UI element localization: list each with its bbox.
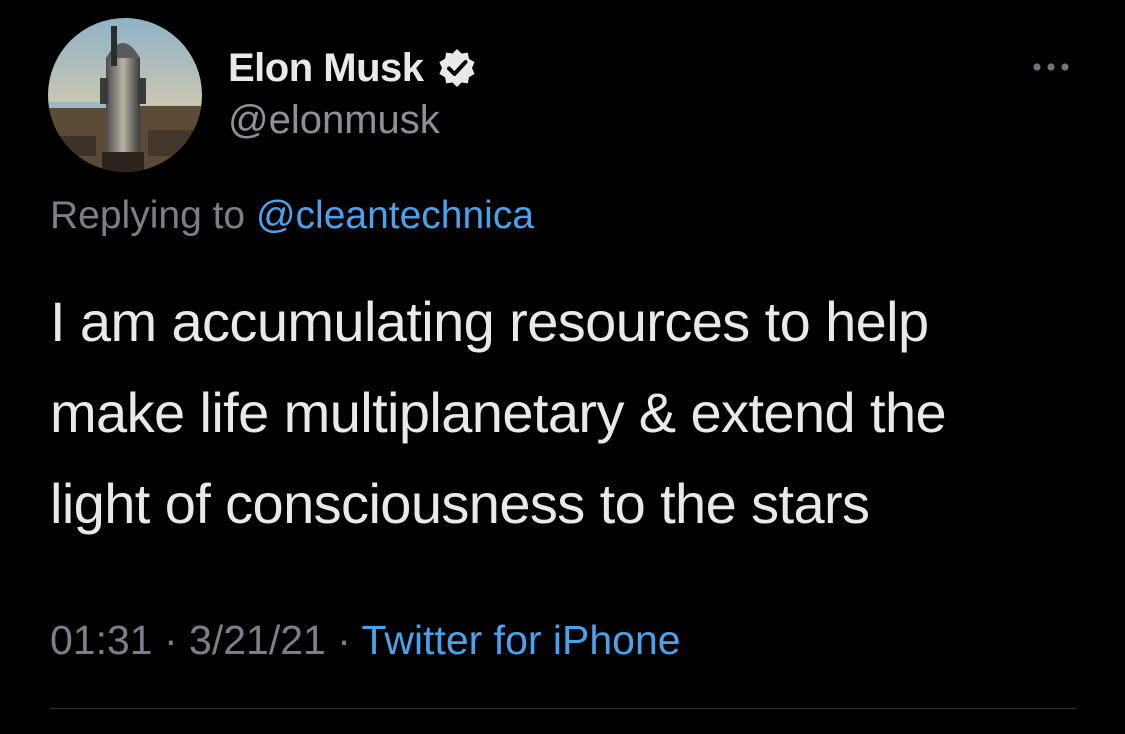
more-options-icon[interactable] <box>1029 50 1073 84</box>
tweet-text-line: make life multiplanetary & extend the <box>50 381 947 444</box>
verified-badge-icon <box>436 47 478 89</box>
replying-to-label: Replying to <box>50 194 256 237</box>
avatar-image <box>48 18 202 172</box>
tweet-time: 01:31 <box>50 617 153 663</box>
tweet-date[interactable]: 3/21/21 <box>189 617 326 663</box>
tweet-text-line: light of consciousness to the stars <box>50 472 870 535</box>
reply-mention-link[interactable]: @cleantechnica <box>256 194 534 237</box>
author-name-row: Elon Musk <box>228 42 478 94</box>
tweet-text: I am accumulating resources to help make… <box>50 276 1100 549</box>
avatar[interactable] <box>48 18 202 172</box>
author-handle[interactable]: @elonmusk <box>228 98 440 143</box>
tweet: Elon Musk @elonmusk Replying to @cleante… <box>0 0 1125 734</box>
meta-separator: · <box>152 617 190 663</box>
divider <box>50 708 1077 709</box>
tweet-source-link[interactable]: Twitter for iPhone <box>362 617 681 663</box>
tweet-meta: 01:31 · 3/21/21 · Twitter for iPhone <box>50 617 681 664</box>
meta-separator: · <box>325 617 362 663</box>
author-display-name[interactable]: Elon Musk <box>228 46 424 91</box>
replying-to: Replying to @cleantechnica <box>50 194 534 238</box>
tweet-text-line: I am accumulating resources to help <box>50 290 929 353</box>
